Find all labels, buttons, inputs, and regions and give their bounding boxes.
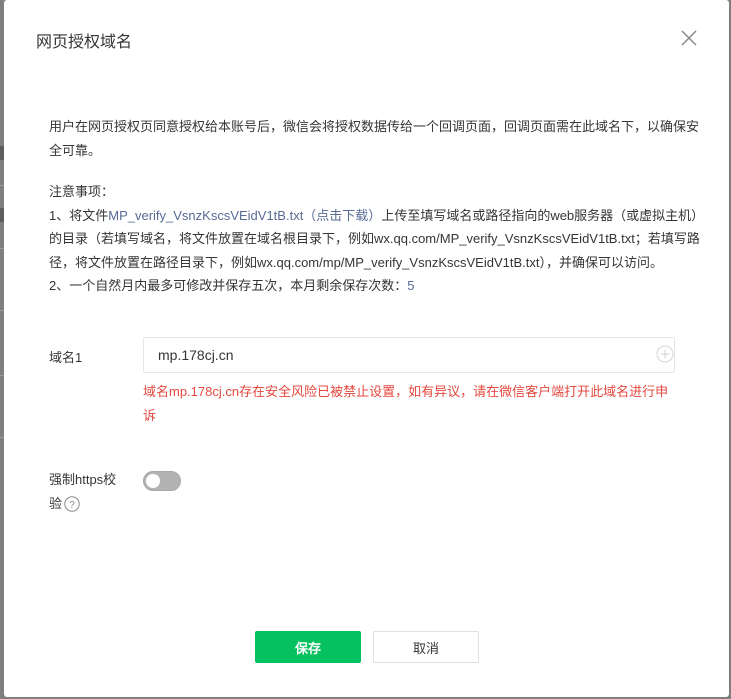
notes-section: 注意事项： 1、将文件MP_verify_VsnzKscsVEidV1tB.tx…: [49, 180, 709, 298]
domain-field-label: 域名1: [49, 350, 83, 365]
save-button[interactable]: 保存: [255, 631, 361, 663]
domain-error-message: 域名mp.178cj.cn存在安全风险已被禁止设置，如有异议，请在微信客户端打开…: [143, 384, 669, 423]
notes-item-1-prefix: 1、将文件: [49, 207, 109, 223]
domain-input[interactable]: [143, 337, 675, 373]
notes-heading: 注意事项：: [49, 184, 115, 199]
https-label: 强制https校验: [49, 472, 117, 511]
dialog-title: 网页授权域名: [36, 34, 133, 51]
toggle-knob: [146, 474, 160, 488]
https-toggle[interactable]: [143, 471, 181, 491]
notes-item-2-prefix: 2、一个自然月内最多可修改并保存五次，本月剩余保存次数：: [49, 278, 408, 293]
close-icon[interactable]: [677, 26, 701, 50]
notes-item-1: 1、将文件MP_verify_VsnzKscsVEidV1tB.txt（点击下载…: [49, 204, 709, 275]
domain-auth-dialog: 网页授权域名 用户在网页授权页同意授权给本账号后，微信会将授权数据传给一个回调页…: [4, 0, 729, 697]
cancel-button[interactable]: 取消: [373, 631, 479, 663]
intro-text: 用户在网页授权页同意授权给本账号后，微信会将授权数据传给一个回调页面，回调页面需…: [49, 119, 700, 158]
remaining-count: 5: [407, 278, 415, 293]
download-file-link[interactable]: MP_verify_VsnzKscsVEidV1tB.txt（点击下载）: [108, 208, 381, 223]
svg-text:?: ?: [69, 500, 75, 511]
plus-circle-icon[interactable]: [656, 345, 674, 363]
question-circle-icon[interactable]: ?: [64, 496, 80, 512]
notes-item-2: 2、一个自然月内最多可修改并保存五次，本月剩余保存次数：5: [49, 274, 709, 298]
https-label-group: 强制https校验 ?: [49, 468, 129, 516]
